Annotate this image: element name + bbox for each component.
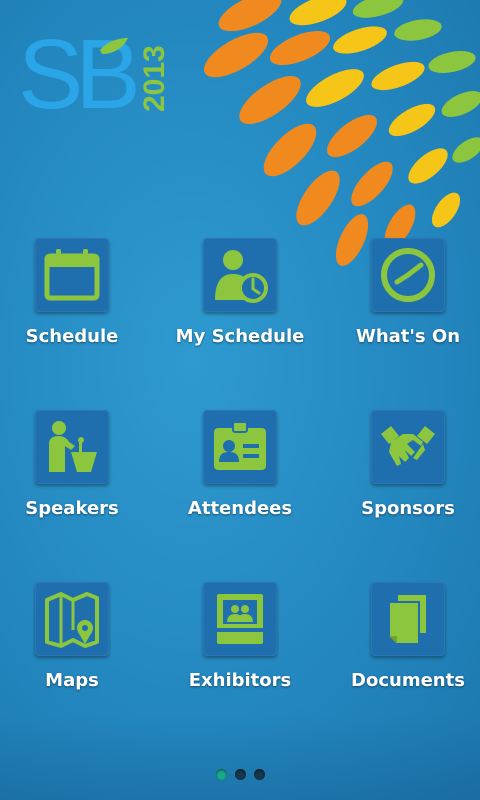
clock-icon [371, 238, 445, 312]
menu-item-label: Speakers [25, 498, 119, 519]
menu-item-my-schedule[interactable]: My Schedule [160, 238, 320, 388]
menu-item-maps[interactable]: Maps [0, 582, 152, 732]
page-dot-3[interactable] [253, 769, 265, 780]
speaker-podium-icon [35, 410, 109, 484]
menu-item-sponsors[interactable]: Sponsors [328, 410, 480, 560]
exhibitor-booth-icon [203, 582, 277, 656]
menu-item-label: Attendees [187, 498, 293, 519]
menu-item-label: Documents [351, 670, 465, 691]
map-pin-icon [35, 582, 109, 656]
person-clock-icon [203, 238, 277, 312]
id-badge-icon [203, 410, 277, 484]
menu-item-whats-on[interactable]: What's On [328, 238, 480, 388]
menu-item-label: Schedule [25, 326, 119, 347]
menu-item-attendees[interactable]: Attendees [160, 410, 320, 560]
main-menu-grid: Schedule My Schedule What's On Speakers … [0, 0, 480, 800]
menu-item-label: My Schedule [175, 326, 305, 347]
calendar-icon [35, 238, 109, 312]
documents-icon [371, 582, 445, 656]
handshake-icon [371, 410, 445, 484]
menu-item-documents[interactable]: Documents [328, 582, 480, 732]
bottom-band [0, 715, 480, 800]
page-dot-1[interactable] [215, 769, 227, 780]
page-dot-2[interactable] [234, 769, 246, 780]
menu-item-label: Maps [45, 670, 99, 691]
menu-item-schedule[interactable]: Schedule [0, 238, 152, 388]
menu-item-label: What's On [355, 326, 461, 347]
menu-item-label: Exhibitors [188, 670, 292, 691]
menu-item-label: Sponsors [361, 498, 455, 519]
page-indicator[interactable] [0, 769, 480, 780]
menu-item-speakers[interactable]: Speakers [0, 410, 152, 560]
menu-item-exhibitors[interactable]: Exhibitors [160, 582, 320, 732]
